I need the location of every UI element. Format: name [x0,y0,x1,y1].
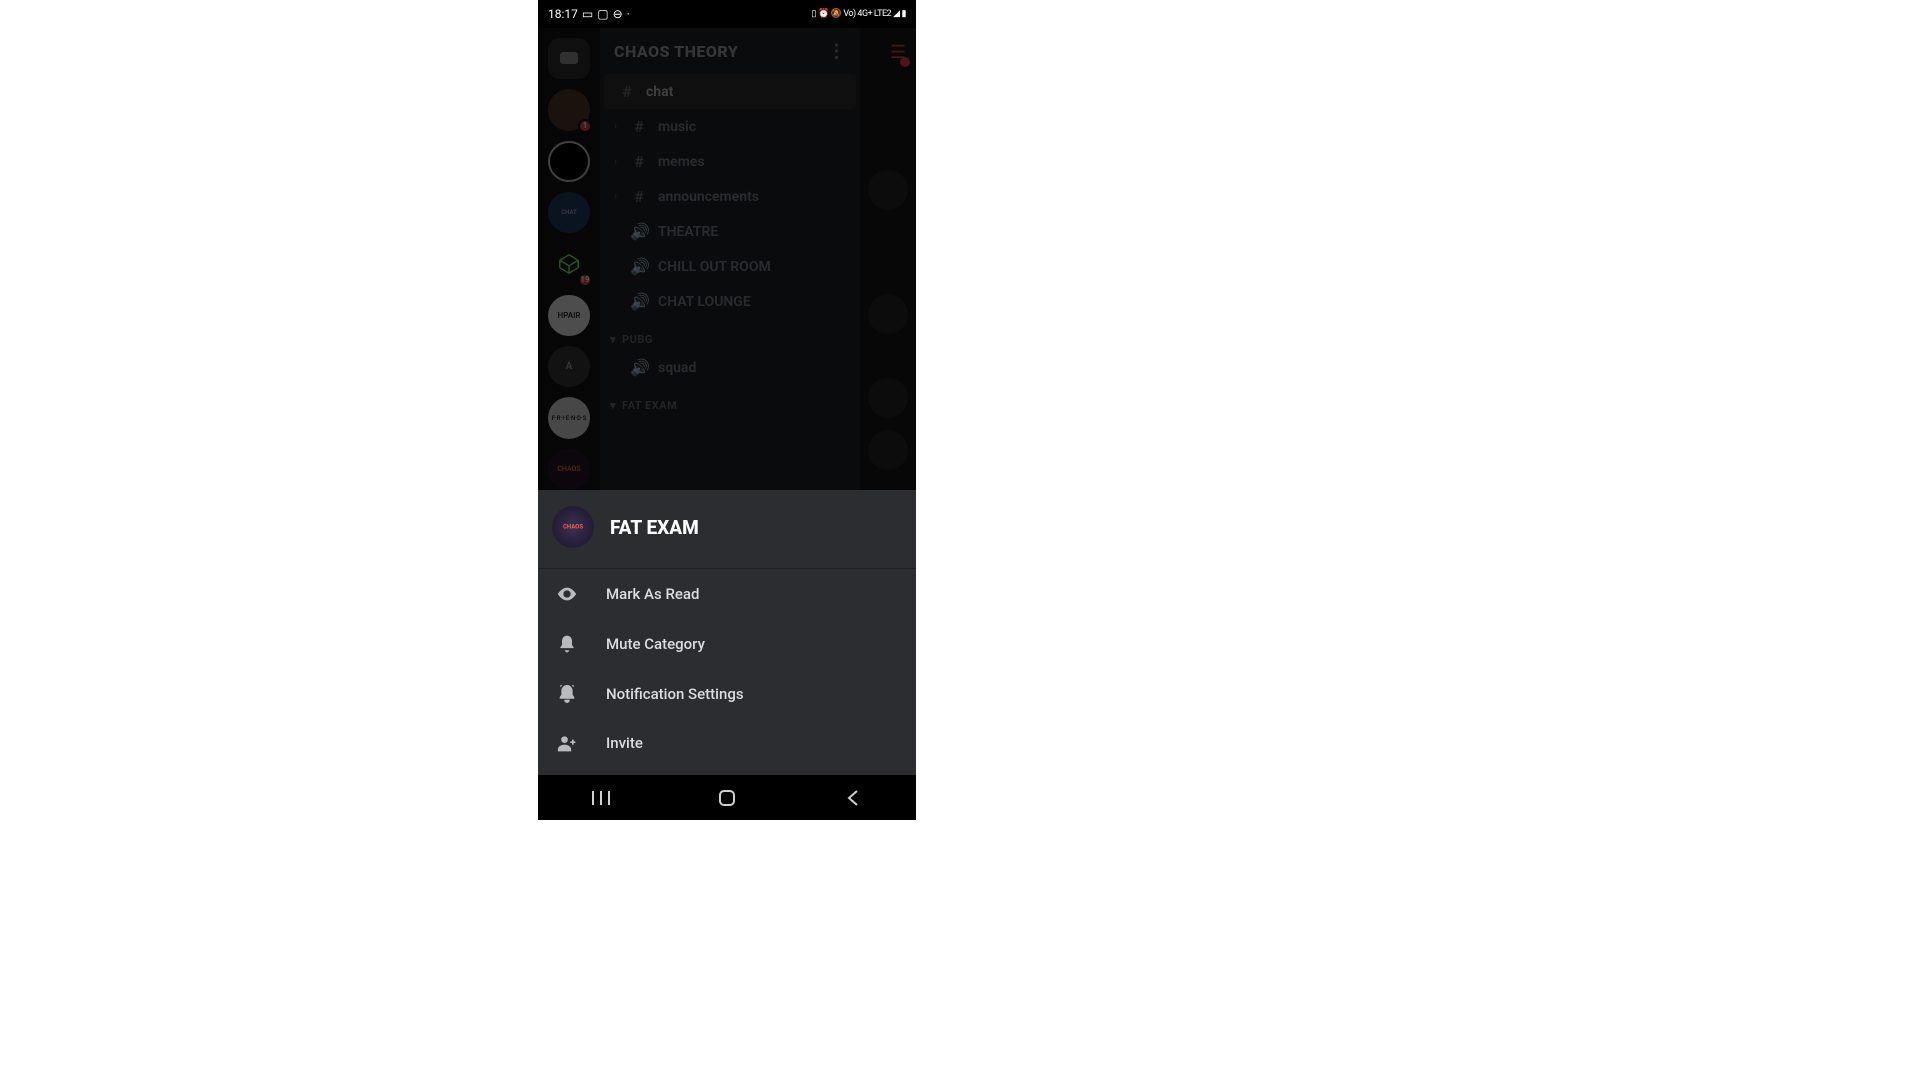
guild-rail: 1 CHAT 19 HPAIR A F·R·I·E·N·D·S CHAOS [538,28,600,490]
chevron-down-icon: ▾ [610,399,616,412]
member-avatar[interactable] [868,170,908,210]
server-avatar-4[interactable]: 19 [548,243,590,284]
notification-settings-item[interactable]: Notification Settings [538,669,916,719]
message-icon: ▭ [582,7,593,21]
home-button[interactable] [707,789,747,807]
alarm-icon: ⏰ [818,9,829,19]
sheet-item-label: Mute Category [606,635,705,653]
speaker-icon: 🔊 [630,358,648,377]
notification-dot [900,57,910,67]
sheet-title: FAT EXAM [610,516,699,539]
dnd-icon: ⊖ [613,7,623,21]
voice-chillout[interactable]: 🔊 CHILL OUT ROOM [600,249,860,284]
eye-icon [556,583,578,605]
server-avatar-1[interactable]: 1 [548,89,590,130]
discord-drawer-dimmed: 1 CHAT 19 HPAIR A F·R·I·E·N·D·S CHAOS CH… [538,28,916,490]
server-avatar-hpair[interactable]: HPAIR [548,295,590,336]
chevron-right-icon: › [614,156,620,167]
speaker-icon: 🔊 [630,222,648,241]
cube-icon [558,253,580,275]
server-header[interactable]: CHAOS THEORY ⋮ [600,28,860,74]
server-avatar-chaos[interactable]: CHAOS [548,449,590,490]
member-avatar[interactable] [868,378,908,418]
mark-as-read-item[interactable]: Mark As Read [538,569,916,619]
sheet-item-label: Invite [606,734,643,752]
chevron-down-icon: ▾ [610,333,616,346]
server-avatar-a[interactable]: A [548,346,590,387]
status-left: 18:17 ▭ ▢ ⊖ · [548,7,630,21]
speaker-icon: 🔊 [630,257,648,276]
back-button[interactable] [833,789,873,807]
channel-chat[interactable]: # chat [604,74,856,109]
signal-icon: ◢ [893,9,899,19]
sheet-item-label: Mark As Read [606,585,699,603]
channel-label: music [658,119,696,135]
sheet-server-avatar [552,506,594,548]
category-pubg[interactable]: ▾ PUBG [600,319,860,350]
status-right: ▯ ⏰ 🔕 Vo) 4G+ LTE2 ◢ ▮ [811,9,906,19]
category-fatexam[interactable]: ▾ FAT EXAM [600,385,860,416]
channel-memes[interactable]: › # memes [600,144,860,179]
mute-category-item[interactable]: Mute Category [538,619,916,669]
status-time: 18:17 [548,7,578,21]
category-label: FAT EXAM [622,399,677,412]
image-icon: ▢ [597,7,608,21]
invite-item[interactable]: Invite [538,719,916,767]
channel-label: chat [646,84,673,100]
channel-pane: CHAOS THEORY ⋮ # chat › # music › # meme… [600,28,860,490]
hash-icon: # [630,152,648,171]
sheet-item-label: Notification Settings [606,685,744,703]
category-label: PUBG [622,333,653,346]
dot-icon: · [627,7,630,21]
chevron-right-icon: › [614,191,620,202]
hash-icon: # [630,117,648,136]
channel-label: CHILL OUT ROOM [658,259,771,275]
server-avatar-3[interactable]: CHAT [548,192,590,233]
recents-button[interactable] [581,789,621,807]
bell-alert-icon [556,683,578,705]
voice-lounge[interactable]: 🔊 CHAT LOUNGE [600,284,860,319]
members-toggle[interactable]: ☰ [890,42,906,63]
voice-squad[interactable]: 🔊 squad [600,350,860,385]
hash-icon: # [618,82,636,101]
channel-label: announcements [658,189,759,205]
voice-theatre[interactable]: 🔊 THEATRE [600,214,860,249]
channel-label: squad [658,360,696,376]
android-nav-bar [538,775,916,820]
server-avatar-friends[interactable]: F·R·I·E·N·D·S [548,397,590,438]
bell-icon [556,633,578,655]
status-bar: 18:17 ▭ ▢ ⊖ · ▯ ⏰ 🔕 Vo) 4G+ LTE2 ◢ ▮ [538,0,916,28]
member-avatar[interactable] [868,294,908,334]
members-rail: ☰ [860,28,916,490]
battery-icon: ▮ [902,9,906,19]
dm-button[interactable] [548,38,590,79]
badge-1: 1 [578,119,592,133]
person-add-icon [556,733,578,753]
sheet-header: FAT EXAM [538,490,916,569]
channel-label: CHAT LOUNGE [658,294,751,310]
mute-icon: 🔕 [831,9,842,19]
speaker-icon: 🔊 [630,292,648,311]
channel-label: THEATRE [658,224,718,240]
network-label: Vo) 4G+ LTE2 [843,9,891,19]
member-avatar[interactable] [868,430,908,470]
phone-frame: 18:17 ▭ ▢ ⊖ · ▯ ⏰ 🔕 Vo) 4G+ LTE2 ◢ ▮ 1 C… [538,0,916,820]
server-avatar-2[interactable] [548,141,590,182]
more-icon[interactable]: ⋮ [828,41,847,62]
channel-announcements[interactable]: › # announcements [600,179,860,214]
server-title: CHAOS THEORY [614,42,738,61]
chevron-right-icon: › [614,121,620,132]
card-icon: ▯ [811,9,815,19]
channel-label: memes [658,154,705,170]
badge-2: 19 [578,273,592,287]
chat-bubble-icon [559,51,579,67]
hash-icon: # [630,187,648,206]
channel-music[interactable]: › # music [600,109,860,144]
category-context-sheet: FAT EXAM Mark As Read Mute Category Noti… [538,490,916,775]
